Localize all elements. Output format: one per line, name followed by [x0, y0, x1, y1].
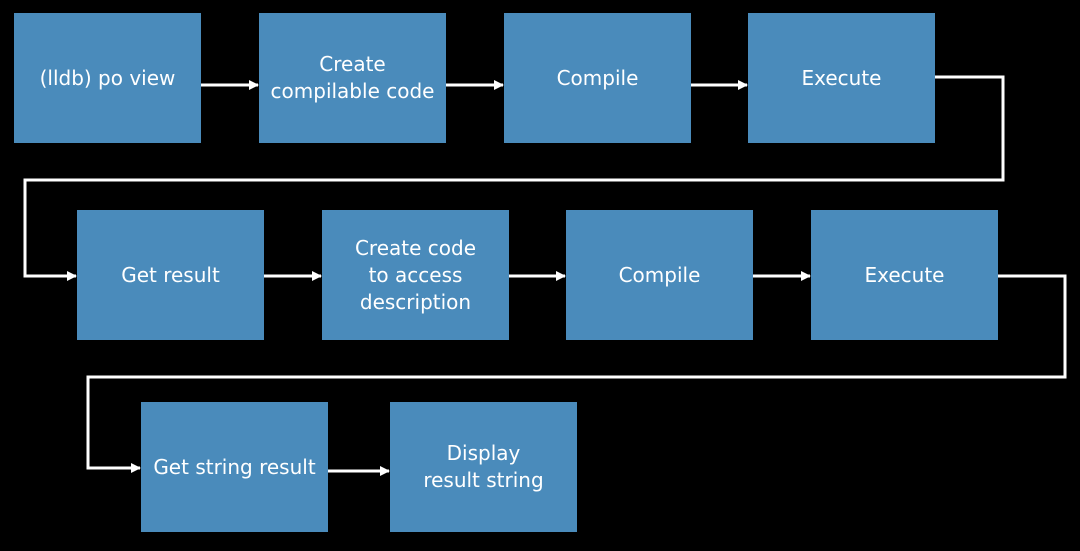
- node-compile-2: Compile: [566, 210, 753, 340]
- node-compile-1: Compile: [504, 13, 691, 143]
- node-lldb-po-view: (lldb) po view: [14, 13, 201, 143]
- node-execute-1: Execute: [748, 13, 935, 143]
- flow-diagram: (lldb) po view Create compilable code Co…: [0, 0, 1080, 551]
- node-execute-2: Execute: [811, 210, 998, 340]
- node-label: Compile: [556, 65, 639, 90]
- node-get-string-result: Get string result: [141, 402, 328, 532]
- node-label: Compile: [618, 262, 701, 287]
- node-label: Get string result: [153, 454, 316, 479]
- node-label: Create compilable code: [270, 52, 435, 103]
- node-create-code-access-description: Create code to access description: [322, 210, 509, 340]
- node-label: Display result string: [423, 441, 544, 492]
- node-label: (lldb) po view: [39, 65, 176, 90]
- node-label: Execute: [864, 262, 945, 287]
- node-label: Execute: [801, 65, 882, 90]
- node-label: Create code to access description: [354, 235, 477, 314]
- node-create-compilable-code: Create compilable code: [259, 13, 446, 143]
- node-get-result: Get result: [77, 210, 264, 340]
- node-display-result-string: Display result string: [390, 402, 577, 532]
- node-label: Get result: [121, 262, 220, 287]
